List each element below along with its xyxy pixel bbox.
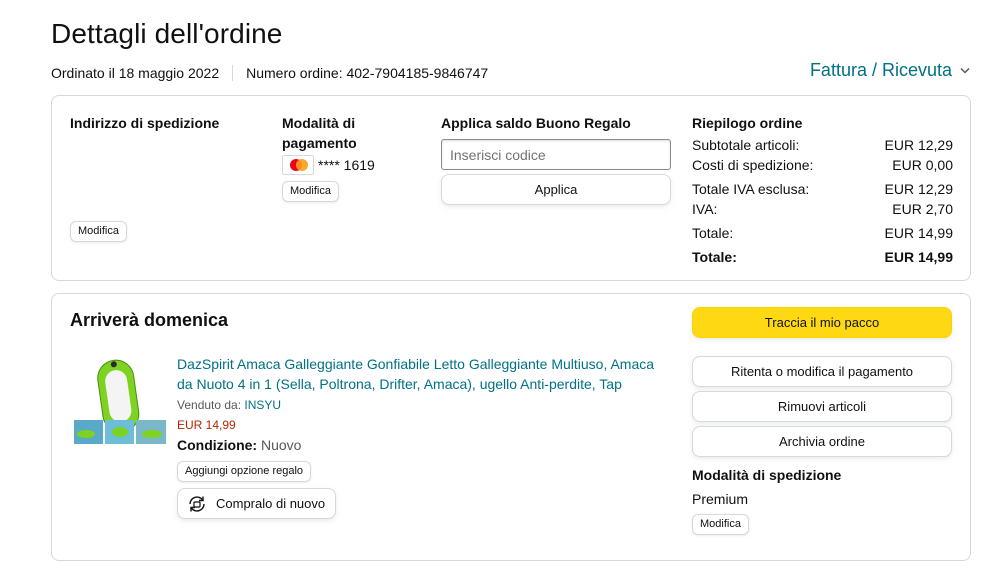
shipping-method-title: Modalità di spedizione bbox=[692, 467, 842, 483]
payment-card: **** 1619 bbox=[282, 155, 402, 175]
summary-row-grand-total: Totale: EUR 14,99 bbox=[692, 247, 953, 267]
product-title-link[interactable]: DazSpirit Amaca Galleggiante Gonfiabile … bbox=[177, 354, 667, 394]
order-meta: Ordinato il 18 maggio 2022 Numero ordine… bbox=[51, 65, 488, 81]
payment-section: Modalità di pagamento **** 1619 Modifica bbox=[282, 113, 402, 202]
summary-value: EUR 12,29 bbox=[884, 181, 953, 197]
product-info: DazSpirit Amaca Galleggiante Gonfiabile … bbox=[177, 354, 667, 520]
summary-value: EUR 14,99 bbox=[884, 249, 953, 265]
summary-row-shipping: Costi di spedizione: EUR 0,00 bbox=[692, 155, 953, 175]
summary-value: EUR 14,99 bbox=[884, 225, 953, 241]
payment-title: Modalità di pagamento bbox=[282, 115, 357, 151]
summary-label: Totale IVA esclusa: bbox=[692, 181, 810, 197]
page-title: Dettagli dell'ordine bbox=[51, 18, 283, 49]
summary-label: IVA: bbox=[692, 201, 718, 217]
seller-line: Venduto da: INSYU bbox=[177, 396, 667, 414]
product-image[interactable] bbox=[74, 354, 166, 446]
summary-label: Totale: bbox=[692, 225, 734, 241]
apply-gift-button[interactable]: Applica bbox=[441, 174, 671, 205]
track-package-button[interactable]: Traccia il mio pacco bbox=[692, 307, 952, 338]
summary-value: EUR 12,29 bbox=[884, 137, 953, 153]
summary-label: Subtotale articoli: bbox=[692, 137, 800, 153]
edit-payment-button[interactable]: Modifica bbox=[282, 181, 339, 202]
order-info-card: Indirizzo di spedizione Modifica Modalit… bbox=[51, 95, 971, 281]
card-number: **** 1619 bbox=[318, 157, 375, 173]
summary-value: EUR 2,70 bbox=[892, 201, 953, 217]
invoice-link-label: Fattura / Ricevuta bbox=[809, 60, 952, 80]
summary-row-vat: IVA: EUR 2,70 bbox=[692, 199, 953, 219]
shipment-actions: Traccia il mio pacco Ritenta o modifica … bbox=[692, 307, 953, 535]
gift-card-title: Applica saldo Buono Regalo bbox=[441, 115, 631, 131]
gift-code-input[interactable] bbox=[441, 139, 671, 170]
summary-value: EUR 0,00 bbox=[892, 157, 953, 173]
summary-title: Riepilogo ordine bbox=[692, 115, 803, 131]
shipping-address-section: Indirizzo di spedizione Modifica bbox=[70, 113, 250, 242]
sold-by-label: Venduto da: bbox=[177, 398, 242, 412]
gift-option-wrap: Aggiungi opzione regalo bbox=[177, 461, 667, 482]
summary-label: Totale: bbox=[692, 249, 737, 265]
seller-link[interactable]: INSYU bbox=[244, 398, 281, 412]
order-date: Ordinato il 18 maggio 2022 bbox=[51, 65, 220, 81]
order-number: Numero ordine: 402-7904185-9846747 bbox=[246, 65, 489, 81]
chevron-down-icon bbox=[960, 65, 970, 77]
summary-row-subtotal: Subtotale articoli: EUR 12,29 bbox=[692, 135, 953, 155]
buy-again-label: Compralo di nuovo bbox=[216, 496, 326, 511]
condition-label: Condizione: bbox=[177, 437, 258, 453]
order-summary: Riepilogo ordine Subtotale articoli: EUR… bbox=[692, 113, 953, 267]
shipping-method-value: Premium bbox=[692, 491, 749, 507]
buy-again-button[interactable]: Compralo di nuovo bbox=[177, 488, 337, 519]
edit-address-button[interactable]: Modifica bbox=[70, 221, 127, 242]
summary-row-total: Totale: EUR 14,99 bbox=[692, 223, 953, 243]
buy-again-icon bbox=[186, 493, 208, 515]
invoice-dropdown[interactable]: Fattura / Ricevuta bbox=[810, 60, 970, 81]
summary-label: Costi di spedizione: bbox=[692, 157, 814, 173]
mastercard-icon bbox=[282, 155, 314, 175]
shipment-card: Arriverà domenica DazSpirit Amaca Galleg… bbox=[51, 293, 971, 561]
product-condition: Condizione: Nuovo bbox=[177, 435, 667, 455]
add-gift-option-button[interactable]: Aggiungi opzione regalo bbox=[177, 461, 312, 482]
shipping-address-title: Indirizzo di spedizione bbox=[70, 115, 220, 131]
remove-items-button[interactable]: Rimuovi articoli bbox=[692, 391, 952, 422]
product-price: EUR 14,99 bbox=[177, 418, 236, 432]
condition-value: Nuovo bbox=[261, 437, 302, 453]
archive-order-button[interactable]: Archivia ordine bbox=[692, 426, 952, 457]
retry-payment-button[interactable]: Ritenta o modifica il pagamento bbox=[692, 356, 952, 387]
delivery-title: Arriverà domenica bbox=[70, 310, 229, 330]
meta-divider bbox=[232, 65, 234, 81]
edit-shipping-method-button[interactable]: Modifica bbox=[692, 514, 749, 535]
summary-row-net: Totale IVA esclusa: EUR 12,29 bbox=[692, 179, 953, 199]
gift-card-section: Applica saldo Buono Regalo Applica bbox=[441, 113, 673, 205]
